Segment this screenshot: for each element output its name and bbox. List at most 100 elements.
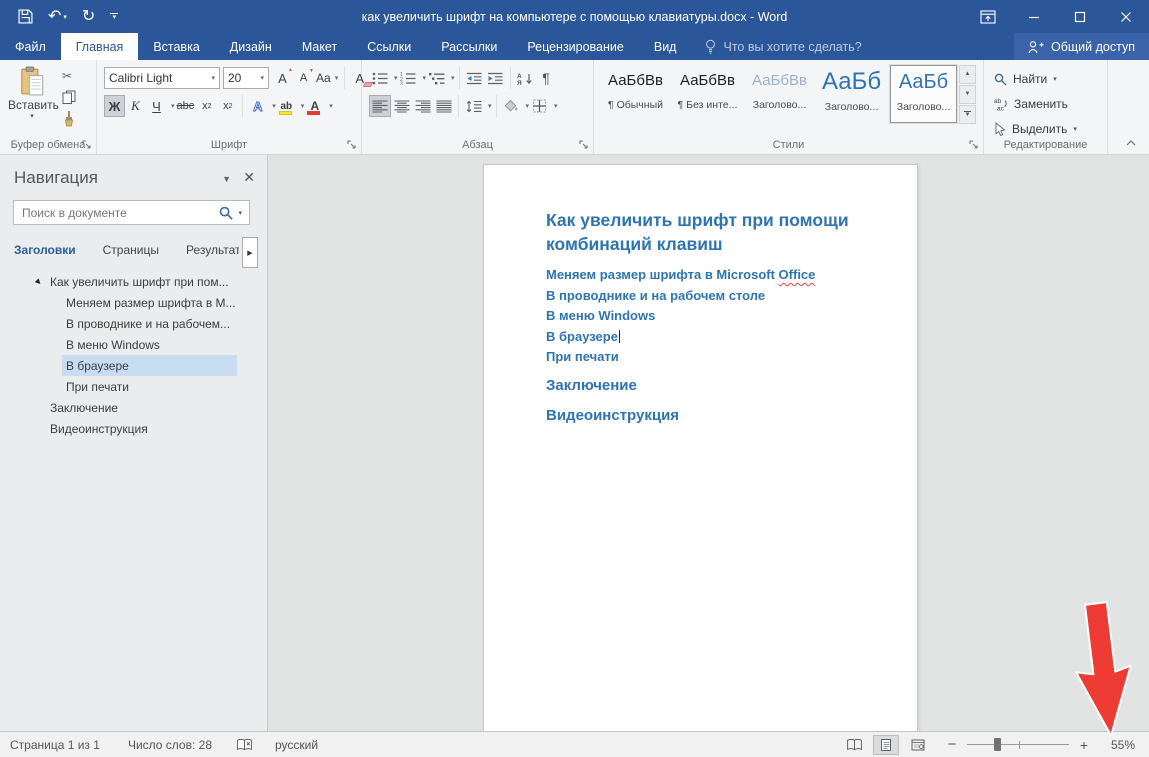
text-effects-button[interactable]: А	[247, 95, 268, 117]
tab-design[interactable]: Дизайн	[215, 33, 287, 60]
tab-references[interactable]: Ссылки	[352, 33, 426, 60]
italic-button[interactable]: К	[125, 95, 146, 117]
cut-button[interactable]: ✂	[62, 69, 72, 83]
strikethrough-button[interactable]: abc	[175, 95, 197, 117]
nav-tab-results[interactable]: Результать	[186, 243, 239, 257]
save-button[interactable]	[18, 9, 33, 24]
decrease-indent-button[interactable]	[464, 67, 485, 89]
zoom-slider-thumb[interactable]	[994, 738, 1001, 751]
align-center-button[interactable]	[391, 95, 412, 117]
nav-heading-item[interactable]: В меню Windows	[0, 334, 267, 355]
tab-mailings[interactable]: Рассылки	[426, 33, 512, 60]
style-heading1[interactable]: АаБб Заголово...	[818, 65, 885, 123]
document-page[interactable]: Как увеличить шрифт при помощи комбинаци…	[483, 164, 918, 731]
copy-button[interactable]	[62, 90, 76, 104]
tab-file[interactable]: Файл	[0, 33, 61, 60]
style-normal[interactable]: АаБбВв ¶ Обычный	[602, 65, 669, 123]
borders-button[interactable]	[529, 95, 550, 117]
redo-button[interactable]: ↻	[82, 9, 95, 25]
paste-button[interactable]: Вставить ▾	[8, 66, 56, 120]
nav-heading-item[interactable]: Заключение	[0, 397, 267, 418]
zoom-out-button[interactable]: −	[945, 736, 959, 753]
ribbon-display-options-button[interactable]	[965, 0, 1011, 33]
paragraph-dialog-launcher[interactable]	[579, 140, 589, 150]
read-mode-button[interactable]	[841, 735, 867, 755]
nav-heading-item-selected[interactable]: В браузере	[62, 355, 237, 376]
nav-heading-item[interactable]: ▶ Как увеличить шрифт при пом...	[0, 271, 267, 292]
find-button[interactable]: Найти ▾	[994, 72, 1057, 86]
multilevel-list-button[interactable]	[426, 67, 447, 89]
zoom-level[interactable]: 55%	[1101, 738, 1135, 752]
chevron-down-icon[interactable]: ▾	[329, 102, 333, 110]
font-dialog-launcher[interactable]	[347, 140, 357, 150]
search-options-chevron[interactable]: ▾	[238, 209, 242, 217]
subscript-button[interactable]: х2	[196, 95, 217, 117]
shrink-font-button[interactable]: А ▼	[293, 67, 314, 89]
nav-heading-item[interactable]: При печати	[0, 376, 267, 397]
clipboard-dialog-launcher[interactable]	[82, 140, 92, 150]
numbering-button[interactable]: 123	[398, 67, 419, 89]
style-heading3[interactable]: АаБбВв Заголово...	[746, 65, 813, 123]
increase-indent-button[interactable]	[485, 67, 506, 89]
font-size-value: 20	[228, 71, 256, 85]
style-no-spacing[interactable]: АаБбВв ¶ Без инте...	[674, 65, 741, 123]
bold-button[interactable]: Ж	[104, 95, 125, 117]
nav-tabs-scroll-button[interactable]: ▶	[242, 237, 258, 268]
select-button[interactable]: Выделить ▾	[994, 122, 1077, 136]
customize-quick-access-button[interactable]: ▾	[110, 13, 118, 20]
tab-home[interactable]: Главная	[61, 33, 139, 60]
search-input[interactable]	[14, 206, 219, 220]
styles-more-button[interactable]: ▼	[959, 105, 976, 124]
format-painter-button[interactable]	[62, 111, 76, 127]
style-heading2-selected[interactable]: АаБб Заголово...	[890, 65, 957, 123]
tab-insert[interactable]: Вставка	[138, 33, 214, 60]
font-name-combo[interactable]: Calibri Light ▾	[104, 67, 220, 89]
nav-heading-item[interactable]: В проводнике и на рабочем...	[0, 313, 267, 334]
web-layout-button[interactable]	[905, 735, 931, 755]
font-color-button[interactable]: А	[304, 95, 325, 117]
search-icon[interactable]	[219, 206, 233, 220]
show-marks-button[interactable]: ¶	[536, 67, 557, 89]
superscript-button[interactable]: х2	[217, 95, 238, 117]
navigation-close-button[interactable]: ✕	[243, 169, 255, 186]
collapse-ribbon-button[interactable]	[1126, 140, 1136, 146]
highlight-color-button[interactable]: ab	[276, 95, 297, 117]
justify-button[interactable]	[433, 95, 454, 117]
proofing-status-button[interactable]	[236, 738, 253, 751]
styles-dialog-launcher[interactable]	[969, 140, 979, 150]
collapse-triangle-icon[interactable]: ▶	[34, 277, 43, 286]
print-layout-button[interactable]	[873, 735, 899, 755]
font-size-combo[interactable]: 20 ▾	[223, 67, 269, 89]
sort-button[interactable]: АЯ	[515, 67, 536, 89]
nav-tab-pages[interactable]: Страницы	[103, 243, 159, 257]
align-right-button[interactable]	[412, 95, 433, 117]
grow-font-button[interactable]: А ▲	[272, 67, 293, 89]
tab-view[interactable]: Вид	[639, 33, 692, 60]
minimize-button[interactable]	[1011, 0, 1057, 33]
undo-button[interactable]: ↶▾	[48, 9, 67, 25]
bullets-button[interactable]	[369, 67, 390, 89]
underline-button[interactable]: Ч	[146, 95, 167, 117]
navigation-menu-button[interactable]: ▼	[222, 174, 231, 184]
language-indicator[interactable]: русский	[275, 738, 318, 752]
close-button[interactable]	[1103, 0, 1149, 33]
align-left-button[interactable]	[369, 95, 391, 117]
nav-heading-item[interactable]: Меняем размер шрифта в М...	[0, 292, 267, 313]
word-count[interactable]: Число слов: 28	[128, 738, 212, 752]
styles-scroll-down-button[interactable]: ▼	[959, 85, 976, 104]
replace-button[interactable]: abac Заменить	[994, 97, 1068, 111]
line-spacing-button[interactable]	[463, 95, 484, 117]
nav-tab-headings[interactable]: Заголовки	[14, 243, 76, 257]
styles-scroll-up-button[interactable]: ▲	[959, 65, 976, 84]
tab-review[interactable]: Рецензирование	[512, 33, 639, 60]
share-button[interactable]: Общий доступ	[1014, 33, 1149, 60]
maximize-button[interactable]	[1057, 0, 1103, 33]
change-case-button[interactable]: Aa ▾	[314, 67, 340, 89]
tab-layout[interactable]: Макет	[287, 33, 352, 60]
zoom-slider[interactable]	[967, 738, 1069, 752]
page-indicator[interactable]: Страница 1 из 1	[10, 738, 100, 752]
tell-me-box[interactable]: Что вы хотите сделать?	[705, 33, 861, 60]
nav-heading-item[interactable]: Видеоинструкция	[0, 418, 267, 439]
find-label: Найти	[1013, 72, 1047, 86]
shading-button[interactable]	[501, 95, 522, 117]
